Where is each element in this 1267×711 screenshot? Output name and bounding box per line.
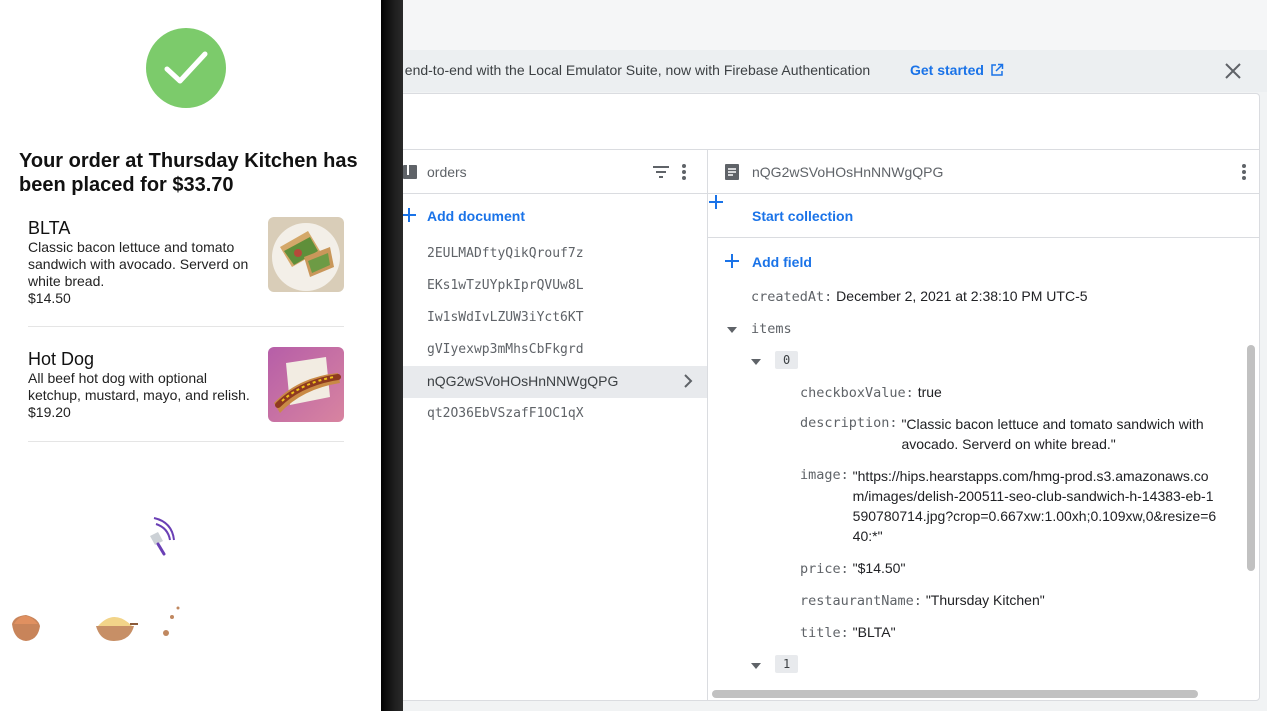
caret-down-icon[interactable] [750, 662, 762, 670]
field-value: December 2, 2021 at 2:38:10 PM UTC-5 [836, 288, 1088, 304]
more-vert-icon[interactable] [1241, 162, 1247, 182]
document-column: nQG2wSVoHOsHnNNWgQPG Start collection Ad… [708, 150, 1259, 700]
field-key: restaurantName: [800, 593, 922, 609]
document-list-item[interactable]: EKs1wTzUYpkIprQVUw8L [381, 270, 707, 302]
add-document-label: Add document [427, 208, 525, 224]
order-item: Hot Dog All beef hot dog with optional k… [28, 347, 344, 422]
document-list-item[interactable]: Iw1sWdIvLZUW3iYct6KT [381, 302, 707, 334]
field-value: "Classic bacon lettuce and tomato sandwi… [901, 416, 1204, 452]
document-list: 2EULMADftyQikQrouf7z EKs1wTzUYpkIprQVUw8L… [381, 238, 707, 430]
emulator-banner: st end-to-end with the Local Emulator Su… [380, 50, 1267, 92]
vertical-scrollbar[interactable] [1247, 345, 1255, 571]
item-index-0[interactable]: 0 [775, 351, 799, 369]
field-key: checkboxValue: [800, 385, 914, 401]
hot-dog-image [268, 347, 344, 422]
chevron-right-icon [684, 374, 693, 388]
start-collection-button[interactable]: Start collection [708, 194, 1259, 238]
external-link-icon [991, 63, 1004, 76]
get-started-label: Get started [910, 62, 984, 78]
caret-down-icon[interactable] [726, 326, 738, 334]
item-description: All beef hot dog with optional ketchup, … [28, 370, 250, 403]
index-badge: 0 [775, 351, 799, 369]
more-vert-icon[interactable] [681, 162, 687, 182]
field-key: title: [800, 625, 849, 641]
add-field-label: Add field [752, 254, 812, 270]
document-list-item[interactable]: qt2O36EbVSzafF1OC1qX [381, 398, 707, 430]
order-confirmation-screen: Your order at Thursday Kitchen has been … [0, 0, 381, 711]
order-item: BLTA Classic bacon lettuce and tomato sa… [28, 217, 344, 307]
field-restaurant-name[interactable]: restaurantName: "Thursday Kitchen" [800, 592, 1045, 609]
firestore-data-card: orders Add document 2EULMADftyQikQrouf7z… [380, 93, 1260, 701]
bowl-icon [96, 626, 134, 641]
field-price[interactable]: price: "$14.50" [800, 560, 905, 577]
field-value: "Thursday Kitchen" [925, 592, 1045, 608]
filter-icon[interactable] [652, 164, 670, 180]
field-value: "$14.50" [852, 560, 906, 576]
add-field-button[interactable]: Add field [708, 240, 908, 284]
field-image[interactable]: image: "https://hips.hearstapps.com/hmg-… [800, 466, 1219, 546]
document-id: 2EULMADftyQikQrouf7z [427, 246, 584, 261]
document-id: nQG2wSVoHOsHnNNWgQPG [427, 373, 619, 389]
item-description: Classic bacon lettuce and tomato sandwic… [28, 239, 249, 289]
field-items[interactable]: items [751, 320, 792, 337]
card-toolbar [381, 94, 1259, 150]
get-started-link[interactable]: Get started [910, 62, 1004, 78]
horizontal-scrollbar[interactable] [712, 690, 1198, 698]
add-document-button[interactable]: Add document [381, 194, 707, 238]
document-id: EKs1wTzUYpkIprQVUw8L [427, 278, 584, 293]
cooking-animation [0, 500, 381, 660]
document-icon [725, 164, 739, 180]
item-divider [28, 441, 344, 442]
document-list-item[interactable]: gVIyexwp3mMhsCbFkgrd [381, 334, 707, 366]
document-list-item[interactable]: nQG2wSVoHOsHnNNWgQPG [381, 366, 707, 398]
orders-title: orders [427, 164, 467, 180]
item-divider [28, 326, 344, 327]
field-value: true [917, 384, 942, 400]
caret-down-icon[interactable] [750, 358, 762, 366]
plus-icon [402, 208, 416, 222]
field-key: items [751, 321, 792, 337]
field-title[interactable]: title: "BLTA" [800, 624, 896, 641]
field-value: "BLTA" [852, 624, 896, 640]
field-created-at[interactable]: createdAt: December 2, 2021 at 2:38:10 P… [751, 288, 1088, 305]
field-key: createdAt: [751, 289, 833, 305]
document-id: qt2O36EbVSzafF1OC1qX [427, 406, 584, 421]
document-id: gVIyexwp3mMhsCbFkgrd [427, 342, 584, 357]
document-id: Iw1sWdIvLZUW3iYct6KT [427, 310, 584, 325]
document-title: nQG2wSVoHOsHnNNWgQPG [752, 164, 944, 180]
index-badge: 1 [775, 655, 799, 673]
field-key: price: [800, 561, 849, 577]
plus-icon [709, 195, 723, 209]
close-icon[interactable] [1221, 59, 1245, 83]
item-index-1[interactable]: 1 [775, 655, 799, 673]
field-description[interactable]: description: "Classic bacon lettuce and … [800, 414, 1221, 454]
field-key: image: [800, 467, 849, 483]
checkmark-icon [164, 51, 208, 84]
spatula-icon [150, 532, 163, 545]
orders-header: orders [381, 150, 707, 194]
orders-collection-column: orders Add document 2EULMADftyQikQrouf7z… [381, 150, 708, 700]
field-value: "https://hips.hearstapps.com/hmg-prod.s3… [852, 468, 1217, 544]
document-list-item[interactable]: 2EULMADftyQikQrouf7z [381, 238, 707, 270]
start-collection-label: Start collection [752, 208, 854, 224]
banner-text: st end-to-end with the Local Emulator Su… [390, 62, 871, 78]
success-badge [146, 28, 226, 108]
field-tree: createdAt: December 2, 2021 at 2:38:10 P… [708, 284, 1243, 686]
order-headline: Your order at Thursday Kitchen has been … [19, 150, 358, 196]
plus-icon [725, 254, 739, 268]
document-header: nQG2wSVoHOsHnNNWgQPG [708, 150, 1259, 194]
console-topbar [380, 0, 1267, 50]
window-edge-shadow [380, 0, 403, 711]
field-key: description: [800, 415, 898, 431]
collection-icon [403, 165, 417, 179]
item-price: $14.50 [28, 290, 71, 306]
field-checkbox-value[interactable]: checkboxValue: true [800, 384, 942, 401]
sandwich-image [268, 217, 344, 292]
